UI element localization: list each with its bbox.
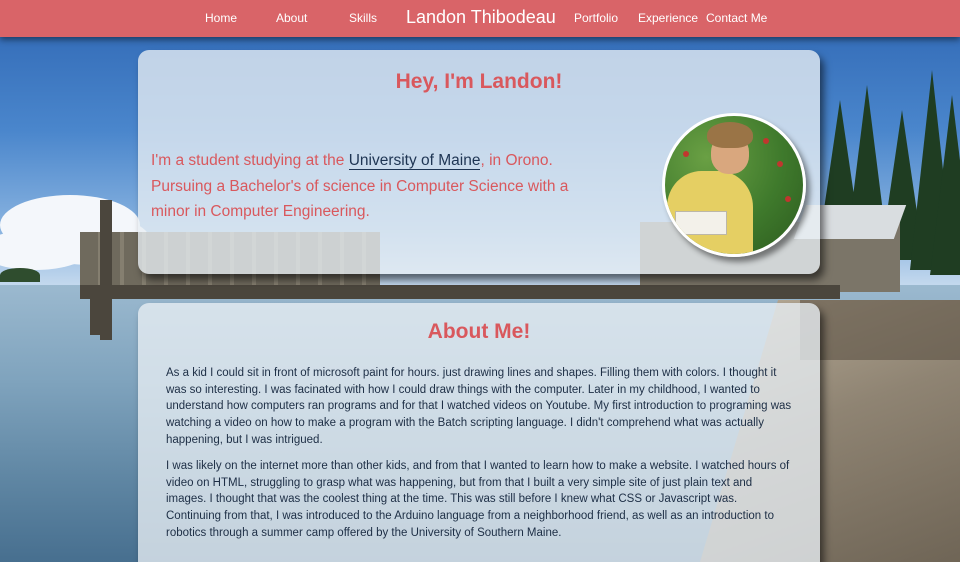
tree — [930, 95, 960, 275]
avatar-hair — [707, 122, 753, 148]
hero-intro-start: I'm a student studying at the — [151, 152, 349, 169]
site-brand[interactable]: Landon Thibodeau — [406, 7, 556, 28]
nav-home[interactable]: Home — [205, 11, 237, 25]
hero-intro: I'm a student studying at the University… — [151, 148, 581, 225]
nav-portfolio[interactable]: Portfolio — [574, 11, 618, 25]
profile-photo — [662, 113, 806, 257]
rocks — [800, 300, 960, 360]
apple — [683, 151, 689, 157]
nav-skills[interactable]: Skills — [349, 11, 377, 25]
about-title: About Me! — [427, 320, 531, 343]
apple — [763, 138, 769, 144]
about-paragraph: As a kid I could sit in front of microso… — [166, 367, 792, 446]
pier — [80, 285, 840, 299]
hero-card: Hey, I'm Landon! I'm a student studying … — [138, 50, 820, 274]
about-card: About Me! As a kid I could sit in front … — [138, 303, 820, 562]
navbar: Home About Skills Landon Thibodeau Portf… — [0, 0, 960, 37]
about-paragraph: I was likely on the internet more than o… — [166, 460, 790, 539]
nav-experience[interactable]: Experience — [638, 11, 698, 25]
island — [0, 268, 40, 282]
nav-about[interactable]: About — [276, 11, 307, 25]
pier-piling — [90, 290, 102, 335]
hero-title: Hey, I'm Landon! — [395, 70, 563, 93]
university-link[interactable]: University of Maine — [348, 152, 481, 170]
apple — [785, 196, 791, 202]
nav-contact[interactable]: Contact Me — [706, 11, 767, 25]
avatar-box — [675, 211, 727, 235]
apple — [777, 161, 783, 167]
